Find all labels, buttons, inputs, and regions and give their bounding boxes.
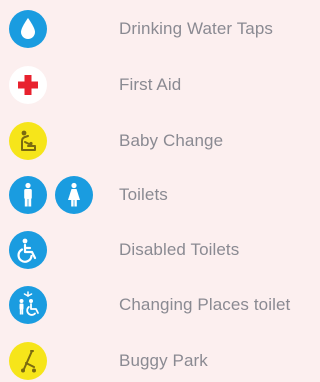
legend-item-changing-places: Changing Places toilet (0, 284, 320, 326)
legend-item-toilets: Toilets (0, 174, 320, 216)
legend-label-buggy-park: Buggy Park (119, 351, 208, 370)
legend-label-disabled-toilets: Disabled Toilets (119, 240, 240, 259)
water-drop-icon (9, 10, 47, 48)
male-toilet-icon (9, 176, 47, 214)
wheelchair-icon (9, 231, 47, 269)
legend-item-baby-change: Baby Change (0, 120, 320, 162)
legend-item-first-aid: First Aid (0, 64, 320, 106)
legend-label-changing-places: Changing Places toilet (119, 295, 291, 314)
female-toilet-icon (55, 176, 93, 214)
legend-item-drinking-water: Drinking Water Taps (0, 8, 320, 50)
buggy-icon (9, 342, 47, 380)
legend-label-drinking-water: Drinking Water Taps (119, 19, 274, 38)
baby-change-icon (9, 122, 47, 160)
legend-label-first-aid: First Aid (119, 75, 182, 94)
legend-label-baby-change: Baby Change (119, 131, 224, 150)
legend-item-buggy-park: Buggy Park (0, 340, 320, 382)
changing-places-icon (9, 286, 47, 324)
legend-item-disabled-toilets: Disabled Toilets (0, 229, 320, 271)
legend-label-toilets: Toilets (119, 185, 168, 204)
first-aid-cross-icon (9, 66, 47, 104)
facilities-legend: Drinking Water Taps First Aid Baby Chang… (0, 0, 320, 381)
